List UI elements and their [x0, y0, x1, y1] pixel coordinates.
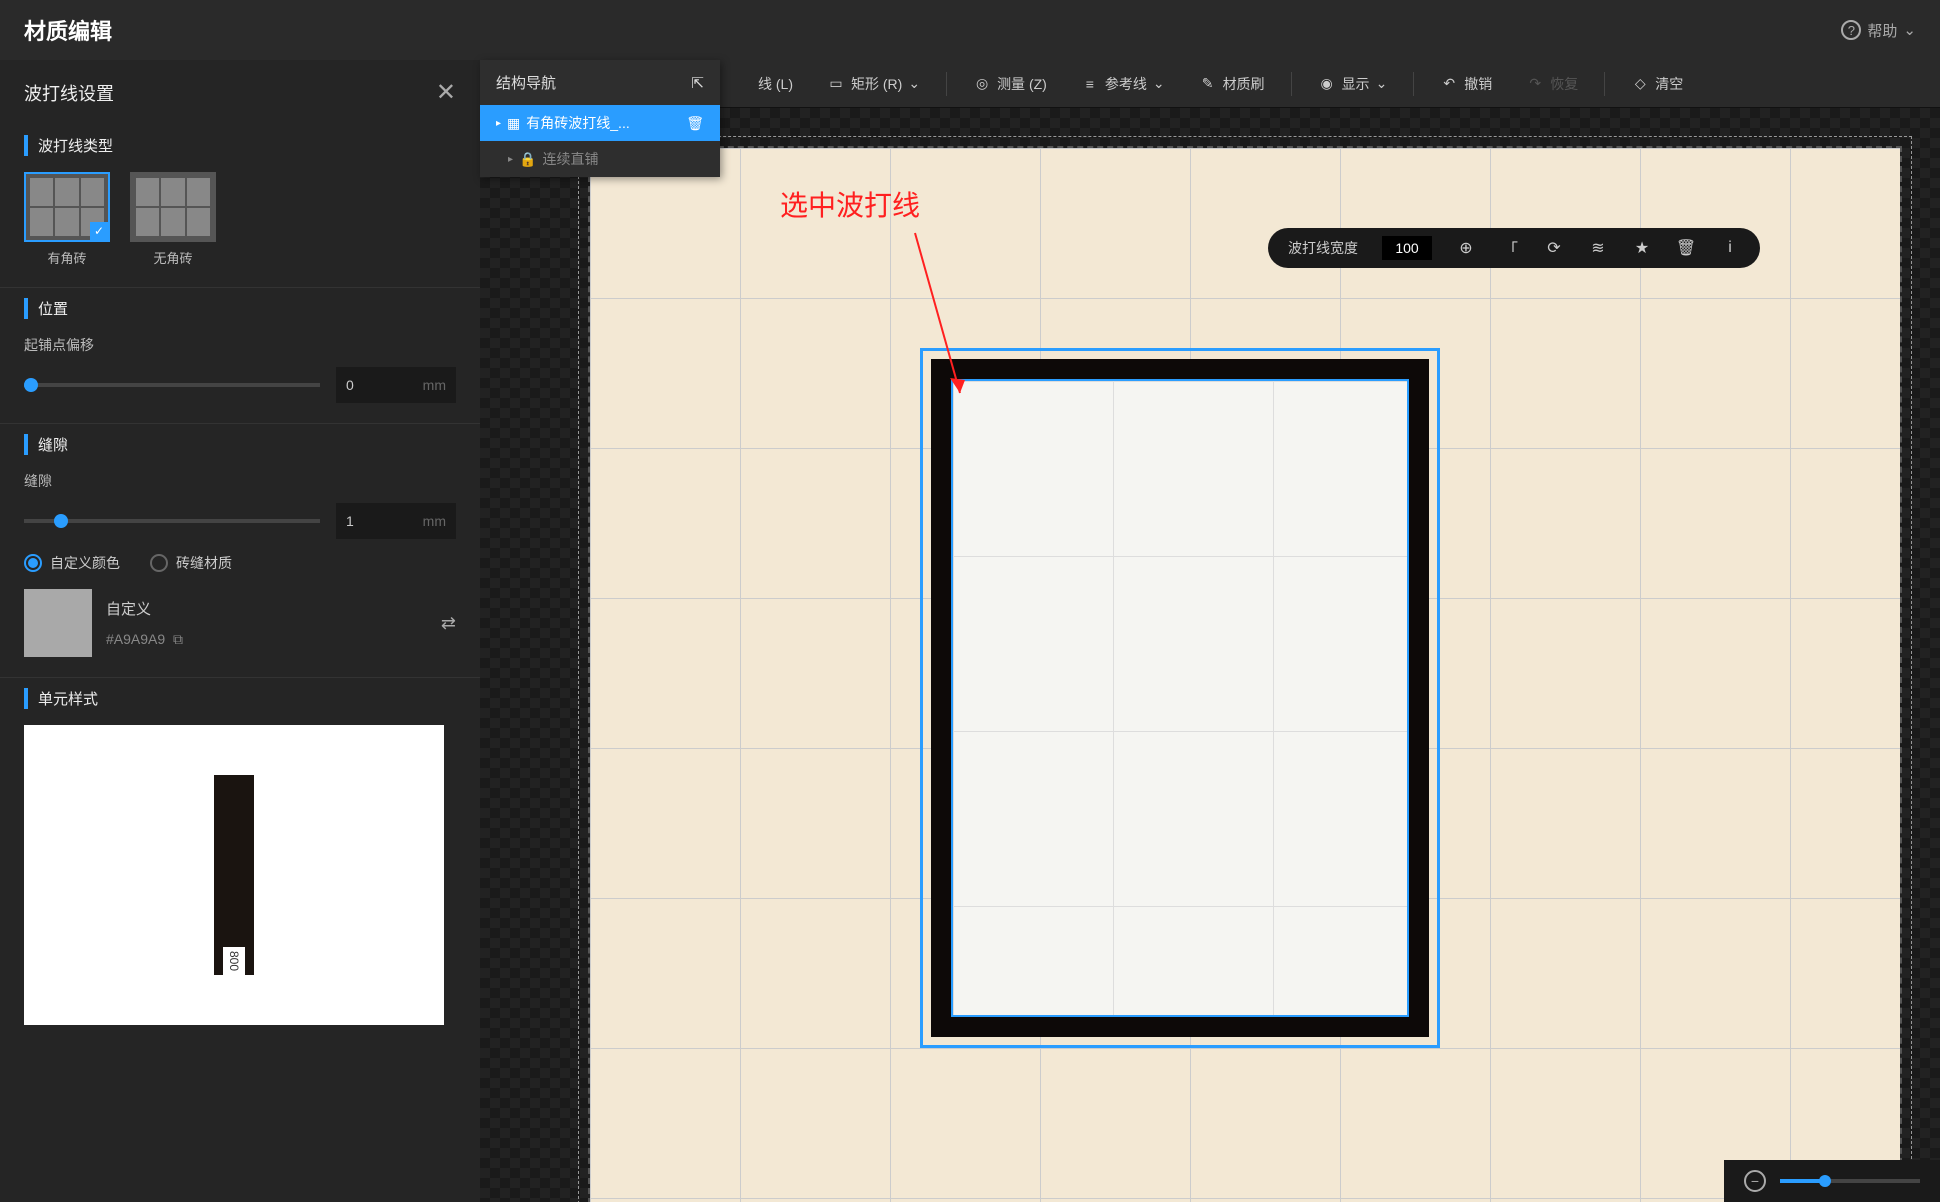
- struct-item-waveline[interactable]: ▸ ▦ 有角砖波打线_... 🗑: [480, 105, 720, 141]
- section-title-gap: 缝隙: [24, 434, 456, 455]
- struct-nav-title: 结构导航: [496, 72, 556, 93]
- guide-icon: ≡: [1081, 75, 1099, 93]
- tile-icon: ▦: [507, 115, 520, 132]
- expand-icon: ▸: [496, 118, 501, 129]
- struct-item-continuous[interactable]: ▸ 🔒 连续直铺: [480, 141, 720, 177]
- measure-icon: ◎: [973, 75, 991, 93]
- annotation-text: 选中波打线: [780, 184, 920, 224]
- color-hex: #A9A9A9 ⧉: [106, 631, 427, 648]
- ctx-width-label: 波打线宽度: [1288, 238, 1358, 258]
- type-label-no-corner: 无角砖: [130, 248, 216, 267]
- section-title-unit: 单元样式: [24, 688, 456, 709]
- chevron-down-icon: ⌄: [908, 75, 920, 92]
- radio-custom-label: 自定义颜色: [50, 553, 120, 573]
- type-thumb-no-corner: [130, 172, 216, 242]
- chevron-down-icon: ⌄: [1903, 21, 1916, 39]
- unit-style-preview[interactable]: 800: [24, 725, 444, 1025]
- color-swatch[interactable]: [24, 589, 92, 657]
- type-option-no-corner[interactable]: 无角砖: [130, 172, 216, 267]
- radio-dot-checked: [24, 554, 42, 572]
- tool-guide[interactable]: ≡参考线⌄: [1067, 68, 1179, 100]
- chevron-down-icon: ⌄: [1376, 75, 1388, 92]
- context-toolbar: 波打线宽度 100 ⊕ 「 ⟳ ≋ ★ 🗑 i: [1268, 228, 1760, 268]
- tool-rect[interactable]: ▭矩形 (R)⌄: [813, 68, 934, 100]
- offset-input[interactable]: 0 mm: [336, 367, 456, 403]
- annotation-arrow: [910, 228, 970, 408]
- expand-icon: ▸: [508, 154, 513, 165]
- section-position: 位置 起铺点偏移 0 mm: [0, 288, 480, 424]
- type-thumb-cornered: [24, 172, 110, 242]
- ctx-width-input[interactable]: 100: [1382, 236, 1432, 260]
- tool-clear[interactable]: ◇清空: [1617, 68, 1697, 100]
- offset-unit: mm: [423, 377, 446, 393]
- settings-sidebar: 波打线设置 ✕ 波打线类型 有角砖 无角砖 位置 起铺点偏移: [0, 60, 480, 1202]
- eye-icon: ◉: [1318, 75, 1336, 93]
- structure-nav-panel: 结构导航 ⇱ ▸ ▦ 有角砖波打线_... 🗑 ▸ 🔒 连续直铺: [480, 60, 720, 177]
- help-label: 帮助: [1867, 20, 1897, 41]
- radio-dot-unchecked: [150, 554, 168, 572]
- gap-unit: mm: [423, 513, 446, 529]
- radio-custom-color[interactable]: 自定义颜色: [24, 553, 120, 573]
- section-title-type: 波打线类型: [24, 135, 456, 156]
- offset-slider[interactable]: [24, 383, 320, 387]
- chevron-down-icon: ⌄: [1153, 75, 1165, 92]
- struct-label-0: 有角砖波打线_...: [526, 113, 629, 133]
- rotate-icon[interactable]: ⟳: [1544, 238, 1564, 258]
- redo-icon: ↷: [1526, 75, 1544, 93]
- tool-display[interactable]: ◉显示⌄: [1304, 68, 1402, 100]
- tool-brush[interactable]: ✎材质刷: [1185, 68, 1279, 100]
- color-name: 自定义: [106, 598, 427, 619]
- delete-icon[interactable]: 🗑: [1676, 238, 1696, 258]
- panel-title: 波打线设置: [24, 80, 114, 106]
- struct-label-1: 连续直铺: [542, 149, 598, 169]
- rect-icon: ▭: [827, 75, 845, 93]
- selected-waveline-border[interactable]: [920, 348, 1440, 1048]
- close-button[interactable]: ✕: [436, 78, 456, 107]
- app-header: 材质编辑 ? 帮助 ⌄: [0, 0, 1940, 60]
- gap-slider[interactable]: [24, 519, 320, 523]
- app-title: 材质编辑: [24, 14, 112, 46]
- sidebar-header: 波打线设置 ✕: [0, 60, 480, 125]
- radio-material[interactable]: 砖缝材质: [150, 553, 232, 573]
- align-icon[interactable]: 「: [1500, 238, 1520, 258]
- section-title-position: 位置: [24, 298, 456, 319]
- help-button[interactable]: ? 帮助 ⌄: [1841, 20, 1916, 41]
- section-unit-style: 单元样式 800: [0, 678, 480, 1045]
- zoom-out-button[interactable]: −: [1744, 1170, 1766, 1192]
- gap-label: 缝隙: [24, 471, 456, 491]
- gap-input[interactable]: 1 mm: [336, 503, 456, 539]
- star-icon[interactable]: ★: [1632, 238, 1652, 258]
- tool-line[interactable]: 线 (L): [744, 68, 807, 100]
- offset-label: 起铺点偏移: [24, 335, 456, 355]
- section-type: 波打线类型 有角砖 无角砖: [0, 125, 480, 288]
- struct-delete-icon[interactable]: 🗑: [686, 115, 704, 132]
- gap-value: 1: [346, 513, 354, 529]
- main-area: 线 (L) ▭矩形 (R)⌄ ◎测量 (Z) ≡参考线⌄ ✎材质刷 ◉显示⌄ ↶…: [480, 60, 1940, 1202]
- lock-icon: 🔒: [519, 151, 536, 168]
- zoom-slider[interactable]: [1780, 1179, 1920, 1183]
- clear-icon: ◇: [1631, 75, 1649, 93]
- tool-redo: ↷恢复: [1512, 68, 1592, 100]
- type-option-cornered[interactable]: 有角砖: [24, 172, 110, 267]
- section-gap: 缝隙 缝隙 1 mm 自定义颜色 砖缝材质: [0, 424, 480, 678]
- offset-value: 0: [346, 377, 354, 393]
- tool-undo[interactable]: ↶撤销: [1426, 68, 1506, 100]
- undo-icon: ↶: [1440, 75, 1458, 93]
- struct-nav-pin-icon[interactable]: ⇱: [691, 74, 704, 92]
- canvas-wrap[interactable]: 选中波打线 波打线宽度 100 ⊕ 「 ⟳ ≋ ★ 🗑 i −: [480, 108, 1940, 1202]
- brush-icon: ✎: [1199, 75, 1217, 93]
- radio-material-label: 砖缝材质: [176, 553, 232, 573]
- target-icon[interactable]: ⊕: [1456, 238, 1476, 258]
- layers-icon[interactable]: ≋: [1588, 238, 1608, 258]
- canvas-floor[interactable]: [590, 148, 1900, 1202]
- copy-icon[interactable]: ⧉: [173, 631, 183, 647]
- tool-measure[interactable]: ◎测量 (Z): [959, 68, 1061, 100]
- zoom-bar: −: [1724, 1160, 1940, 1202]
- info-icon[interactable]: i: [1720, 238, 1740, 258]
- type-label-cornered: 有角砖: [24, 248, 110, 267]
- swap-icon[interactable]: ⇄: [441, 613, 456, 634]
- help-icon: ?: [1841, 20, 1861, 40]
- unit-preview-number: 800: [223, 947, 245, 975]
